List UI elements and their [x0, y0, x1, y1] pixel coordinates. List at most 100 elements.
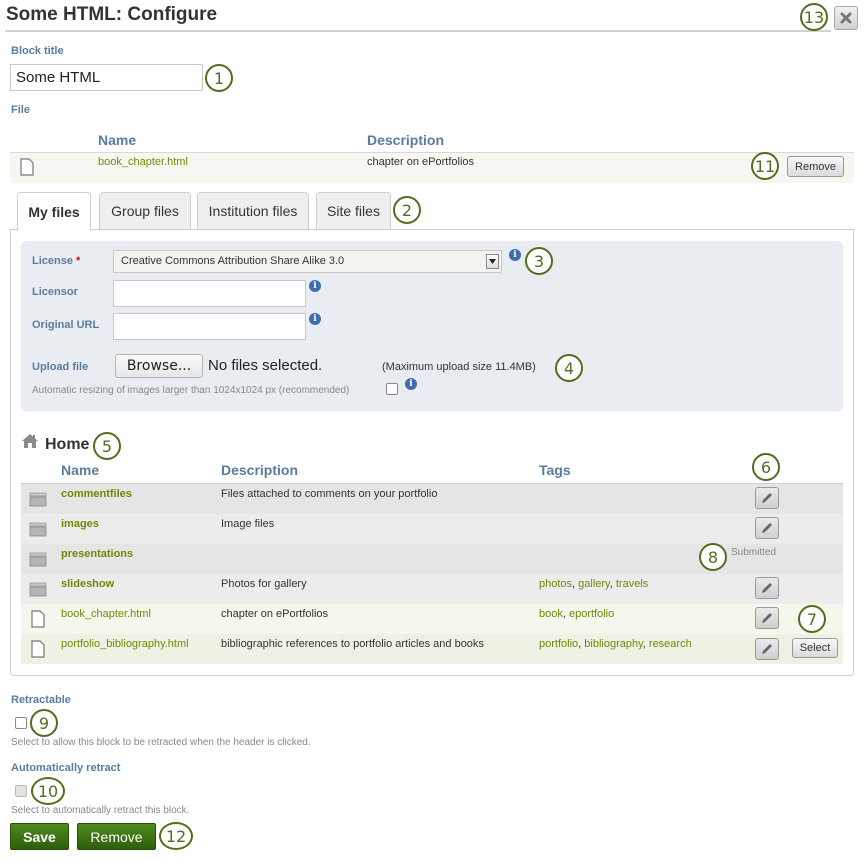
pencil-icon	[762, 523, 772, 533]
pencil-icon	[762, 583, 772, 593]
tag-link[interactable]: research	[649, 638, 692, 650]
row-description: chapter on ePortfolios	[221, 608, 329, 620]
auto-retract-checkbox[interactable]	[15, 785, 27, 797]
original-url-input[interactable]	[113, 313, 306, 340]
row-description: Files attached to comments on your portf…	[221, 488, 438, 500]
auto-retract-help: Select to automatically retract this blo…	[11, 805, 190, 816]
tab-institution-files[interactable]: Institution files	[197, 192, 309, 229]
block-title-input[interactable]	[10, 64, 203, 91]
file-label: File	[11, 104, 30, 116]
block-title-label: Block title	[11, 45, 64, 57]
pencil-icon	[762, 613, 772, 623]
close-button[interactable]	[834, 6, 858, 30]
folder-icon	[29, 582, 47, 597]
tag-link[interactable]: photos	[539, 578, 572, 590]
tag-link[interactable]: gallery	[578, 578, 610, 590]
row-name[interactable]: book_chapter.html	[61, 608, 151, 620]
row-tags: photos, gallery, travels	[539, 578, 649, 590]
edit-button[interactable]	[755, 638, 779, 660]
file-col-description: Description	[367, 132, 445, 148]
license-select[interactable]: Creative Commons Attribution Share Alike…	[113, 250, 502, 273]
remove-file-button[interactable]: Remove	[787, 156, 844, 177]
callout-6: 6	[752, 453, 780, 481]
tag-link[interactable]: travels	[616, 578, 648, 590]
callout-13: 13	[800, 3, 828, 31]
table-row: portfolio_bibliography.html bibliographi…	[21, 634, 843, 664]
retractable-label: Retractable	[11, 694, 71, 706]
close-icon	[840, 12, 852, 24]
tag-link[interactable]: bibliography	[584, 638, 643, 650]
table-row: images Image files	[21, 514, 843, 544]
edit-button[interactable]	[755, 577, 779, 599]
edit-button[interactable]	[755, 487, 779, 509]
tag-link[interactable]: eportfolio	[569, 608, 614, 620]
tab-group-files[interactable]: Group files	[99, 192, 191, 229]
auto-retract-label: Automatically retract	[11, 762, 121, 774]
row-name[interactable]: slideshow	[61, 578, 114, 590]
folder-icon	[29, 552, 47, 567]
license-select-value: Creative Commons Attribution Share Alike…	[121, 255, 345, 267]
selected-file-name[interactable]: book_chapter.html	[98, 156, 188, 168]
original-url-info-icon[interactable]: i	[309, 313, 321, 325]
row-description: Photos for gallery	[221, 578, 307, 590]
row-name[interactable]: portfolio_bibliography.html	[61, 638, 189, 650]
licensor-input[interactable]	[113, 280, 306, 307]
callout-5: 5	[93, 432, 121, 460]
resize-info-icon[interactable]: i	[405, 378, 417, 390]
license-label-text: License	[32, 255, 73, 267]
home-icon	[22, 434, 38, 448]
license-info-icon[interactable]: i	[509, 249, 521, 261]
row-description: bibliographic references to portfolio ar…	[221, 638, 484, 650]
resize-images-text: Automatic resizing of images larger than…	[32, 385, 350, 396]
retractable-checkbox[interactable]	[15, 717, 27, 729]
licensor-label: Licensor	[32, 286, 78, 298]
tab-site-files[interactable]: Site files	[316, 192, 391, 229]
folder-title[interactable]: Home	[45, 436, 89, 454]
folder-icon	[29, 522, 47, 537]
required-mark: *	[76, 255, 81, 267]
title-divider	[5, 30, 831, 32]
callout-12: 12	[159, 822, 193, 850]
original-url-label: Original URL	[32, 319, 100, 331]
row-description: Image files	[221, 518, 275, 530]
table-row: book_chapter.html chapter on ePortfolios…	[21, 604, 843, 634]
file-icon	[20, 158, 34, 176]
tag-link[interactable]: book	[539, 608, 563, 620]
row-name[interactable]: commentfiles	[61, 488, 132, 500]
retractable-help: Select to allow this block to be retract…	[11, 737, 311, 748]
selected-file-description: chapter on ePortfolios	[367, 156, 475, 168]
row-tags: portfolio, bibliography, research	[539, 638, 692, 650]
save-button[interactable]: Save	[10, 823, 69, 850]
max-upload-size-text: (Maximum upload size 11.4MB)	[382, 361, 536, 373]
row-tags: book, eportfolio	[539, 608, 615, 620]
file-icon	[31, 640, 45, 658]
edit-button[interactable]	[755, 607, 779, 629]
edit-button[interactable]	[755, 517, 779, 539]
select-button[interactable]: Select	[792, 638, 838, 658]
callout-7: 7	[798, 605, 826, 633]
callout-8: 8	[699, 543, 727, 571]
callout-4: 4	[555, 354, 583, 382]
file-col-name: Name	[98, 132, 137, 148]
upload-file-label: Upload file	[32, 361, 89, 373]
licensor-info-icon[interactable]: i	[309, 280, 321, 292]
remove-block-button[interactable]: Remove	[77, 823, 156, 850]
no-file-selected-text: No files selected.	[208, 357, 323, 374]
row-name[interactable]: presentations	[61, 548, 133, 560]
callout-2: 2	[393, 196, 421, 224]
dropdown-arrow-icon[interactable]	[486, 254, 499, 269]
row-name[interactable]: images	[61, 518, 99, 530]
browse-button[interactable]: Browse...	[115, 354, 203, 378]
tag-link[interactable]: portfolio	[539, 638, 578, 650]
submitted-status: Submitted	[731, 547, 777, 558]
callout-11: 11	[751, 152, 779, 180]
folder-icon	[29, 492, 47, 507]
tab-my-files[interactable]: My files	[17, 192, 91, 231]
table-row: commentfiles Files attached to comments …	[21, 484, 843, 514]
resize-images-checkbox[interactable]	[386, 383, 398, 395]
callout-10: 10	[31, 777, 65, 805]
callout-3: 3	[525, 247, 553, 275]
pencil-icon	[762, 644, 772, 654]
pencil-icon	[762, 493, 772, 503]
file-icon	[31, 610, 45, 628]
